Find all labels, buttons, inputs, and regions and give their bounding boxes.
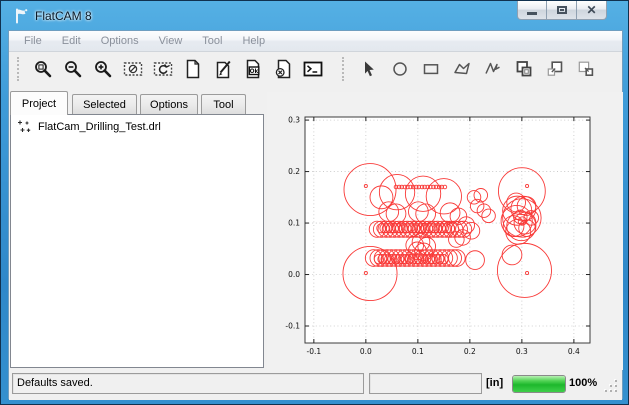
tab-selected-label: Selected bbox=[83, 99, 126, 111]
progress-fill bbox=[513, 376, 565, 392]
xtick-label: -0.1 bbox=[307, 347, 322, 356]
progress-percent: 100% bbox=[569, 377, 597, 389]
zoom-out-icon bbox=[63, 59, 83, 79]
menu-options[interactable]: Options bbox=[91, 33, 149, 49]
tab-options[interactable]: Options bbox=[140, 94, 198, 115]
svg-text:Ok: Ok bbox=[250, 69, 259, 75]
menu-edit[interactable]: Edit bbox=[52, 33, 91, 49]
app-window: FlatCAM 8 ✕ File Edit Options View Tool … bbox=[0, 0, 629, 405]
save-ok-icon: Ok bbox=[243, 59, 263, 79]
flatcam-logo-icon bbox=[12, 7, 30, 25]
toolbar-button-delete-object[interactable] bbox=[268, 55, 298, 83]
new-file-icon bbox=[183, 59, 203, 79]
ytick-label: 0.3 bbox=[288, 116, 300, 125]
xtick-label: 0.3 bbox=[516, 347, 528, 356]
status-secondary-field bbox=[369, 373, 482, 394]
progress-bar bbox=[512, 375, 566, 393]
toolbar-button-copy-object[interactable] bbox=[539, 55, 570, 83]
clear-plot-icon bbox=[123, 59, 143, 79]
axes-background bbox=[305, 117, 590, 343]
units-label: [in] bbox=[486, 377, 503, 389]
zoom-fit-icon bbox=[33, 59, 53, 79]
tab-project-label: Project bbox=[22, 98, 56, 110]
ytick-label: -0.1 bbox=[285, 322, 300, 331]
toolbar-button-select[interactable] bbox=[353, 55, 384, 83]
ytick-label: 0.0 bbox=[288, 270, 300, 279]
window-title: FlatCAM 8 bbox=[35, 9, 92, 23]
toolbar-button-draw-circle[interactable] bbox=[384, 55, 415, 83]
replot-icon bbox=[153, 59, 173, 79]
toolbar-button-copy-geometry[interactable] bbox=[508, 55, 539, 83]
toolbar-button-duplicate-object[interactable] bbox=[570, 55, 601, 83]
xtick-label: 0.0 bbox=[360, 347, 372, 356]
minimize-icon bbox=[527, 12, 537, 15]
toolbar-button-clear-plot[interactable] bbox=[118, 55, 148, 83]
plot-figure: -0.1 0.0 0.1 0.2 0.3 0.4 -0.1 0.0 0.1 0.2 0.3 bbox=[267, 92, 623, 370]
status-message-field: Defaults saved. bbox=[12, 373, 364, 394]
maximize-button[interactable] bbox=[547, 1, 577, 20]
toolbar-button-draw-path[interactable] bbox=[477, 55, 508, 83]
copy-geometry-icon bbox=[514, 59, 534, 79]
toolbar-button-save-project[interactable]: Ok bbox=[238, 55, 268, 83]
window-content: File Edit Options View Tool Help Ok Proj… bbox=[8, 30, 623, 399]
toolbar-button-draw-polygon[interactable] bbox=[446, 55, 477, 83]
tab-tool-label: Tool bbox=[213, 99, 233, 111]
statusbar: Defaults saved. [in] 100% bbox=[9, 370, 622, 400]
project-tree[interactable]: FlatCam_Drilling_Test.drl bbox=[10, 114, 264, 368]
tab-selected[interactable]: Selected bbox=[72, 94, 137, 115]
xtick-label: 0.2 bbox=[464, 347, 476, 356]
plot-canvas[interactable]: -0.1 0.0 0.1 0.2 0.3 0.4 -0.1 0.0 0.1 0.2 0.3 bbox=[272, 102, 602, 360]
tab-tool[interactable]: Tool bbox=[201, 94, 246, 115]
toolbar-button-replot[interactable] bbox=[148, 55, 178, 83]
delete-object-icon bbox=[273, 59, 293, 79]
ytick-label: 0.2 bbox=[288, 167, 300, 176]
circle-tool-icon bbox=[390, 59, 410, 79]
ytick-label: 0.1 bbox=[288, 219, 300, 228]
menu-help[interactable]: Help bbox=[232, 33, 275, 49]
shell-icon bbox=[303, 59, 323, 79]
toolbar-button-zoom-fit[interactable] bbox=[28, 55, 58, 83]
tree-item-label: FlatCam_Drilling_Test.drl bbox=[38, 121, 161, 133]
toolbar-button-zoom-in[interactable] bbox=[88, 55, 118, 83]
duplicate-object-icon bbox=[576, 59, 596, 79]
close-button[interactable]: ✕ bbox=[577, 1, 607, 20]
path-tool-icon bbox=[483, 59, 503, 79]
tree-item-drill-file[interactable]: FlatCam_Drilling_Test.drl bbox=[11, 115, 263, 136]
menu-view[interactable]: View bbox=[149, 33, 193, 49]
toolbar: Ok bbox=[9, 53, 622, 85]
titlebar[interactable]: FlatCAM 8 ✕ bbox=[1, 1, 628, 30]
tab-options-label: Options bbox=[150, 99, 188, 111]
minimize-button[interactable] bbox=[517, 1, 547, 20]
copy-object-icon bbox=[545, 59, 565, 79]
toolbar-button-draw-rectangle[interactable] bbox=[415, 55, 446, 83]
tab-project[interactable]: Project bbox=[10, 91, 68, 115]
status-message: Defaults saved. bbox=[17, 377, 93, 389]
zoom-in-icon bbox=[93, 59, 113, 79]
xtick-label: 0.4 bbox=[568, 347, 580, 356]
toolbar-group-draw bbox=[353, 55, 601, 83]
polygon-tool-icon bbox=[452, 59, 472, 79]
toolbar-button-command-shell[interactable] bbox=[298, 55, 328, 83]
drill-object-icon bbox=[17, 119, 32, 134]
toolbar-button-zoom-out[interactable] bbox=[58, 55, 88, 83]
close-icon: ✕ bbox=[586, 4, 596, 16]
rectangle-tool-icon bbox=[421, 59, 441, 79]
toolbar-group-view: Ok bbox=[28, 55, 328, 83]
open-edit-icon bbox=[213, 59, 233, 79]
select-arrow-icon bbox=[359, 59, 379, 79]
menu-tool[interactable]: Tool bbox=[192, 33, 232, 49]
maximize-icon bbox=[557, 6, 567, 14]
toolbar-button-open-project[interactable] bbox=[208, 55, 238, 83]
window-controls: ✕ bbox=[517, 1, 607, 20]
resize-grip-icon[interactable] bbox=[605, 380, 618, 393]
xtick-label: 0.1 bbox=[412, 347, 424, 356]
toolbar-button-new-project[interactable] bbox=[178, 55, 208, 83]
menu-file[interactable]: File bbox=[14, 33, 52, 49]
toolbar-grip[interactable] bbox=[17, 57, 22, 81]
toolbar-grip-2[interactable] bbox=[342, 57, 347, 81]
menubar: File Edit Options View Tool Help bbox=[9, 31, 622, 52]
